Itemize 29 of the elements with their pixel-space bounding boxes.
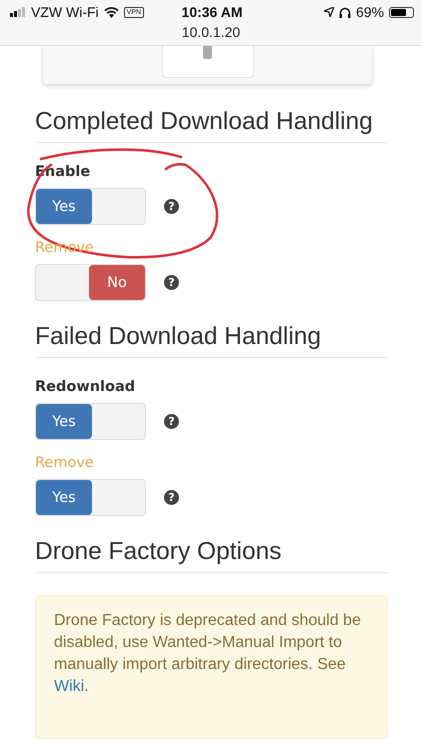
clock-time: 10:36 AM: [182, 4, 242, 20]
wiki-link[interactable]: Wiki: [54, 678, 84, 695]
address-text: 10.0.1.20: [182, 24, 240, 40]
help-icon[interactable]: ?: [164, 490, 179, 505]
notice-text: Drone Factory is deprecated and should be disabled, use Wanted->Manual Import to manually import arbitrary directories. See Wiki.: [54, 612, 361, 695]
toggle-switch[interactable]: Yes: [35, 188, 146, 225]
section-heading: Failed Download Handling: [35, 323, 388, 358]
section-heading: Drone Factory Options: [35, 538, 388, 573]
help-icon[interactable]: ?: [164, 275, 179, 290]
carrier-text: VZW Wi-Fi: [31, 4, 99, 20]
field-label: Redownload: [35, 379, 136, 395]
toggle-knob: Yes: [36, 480, 92, 515]
toggle-knob: No: [89, 265, 145, 300]
location-arrow-icon: [324, 7, 334, 17]
toggle-switch[interactable]: Yes: [35, 403, 146, 440]
toggle-switch[interactable]: No: [35, 264, 146, 301]
help-icon[interactable]: ?: [164, 414, 179, 429]
section-heading: Completed Download Handling: [35, 108, 388, 143]
toggle-switch[interactable]: Yes: [35, 479, 146, 516]
battery-percent: 69%: [356, 4, 384, 20]
help-icon[interactable]: ?: [164, 199, 179, 214]
battery-icon: [389, 6, 414, 18]
headphones-icon: [338, 6, 351, 18]
toggle-knob: Yes: [36, 404, 92, 439]
slider-handle[interactable]: [162, 46, 254, 78]
wifi-icon: [104, 6, 119, 18]
field-label: Remove: [35, 455, 94, 471]
toggle-knob: Yes: [36, 189, 92, 224]
signal-icon: [10, 7, 26, 17]
